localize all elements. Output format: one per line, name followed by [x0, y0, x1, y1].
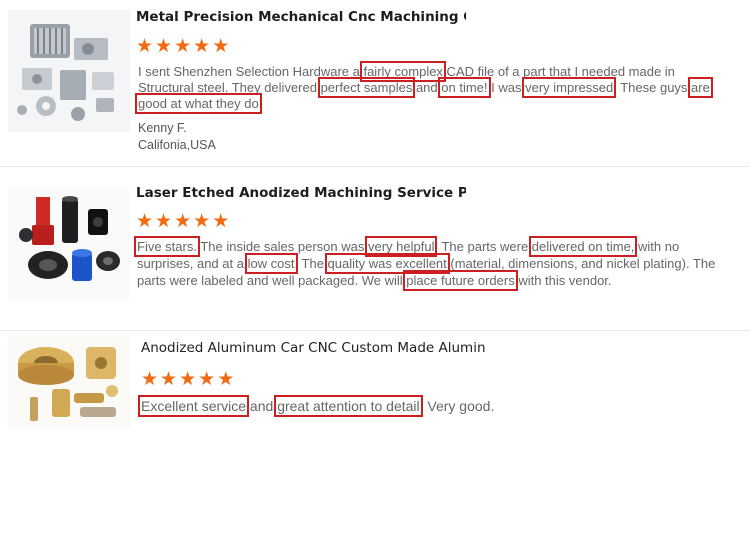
review-text-segment: The inside sales person was	[196, 239, 368, 254]
rating-stars: ★ ★ ★ ★ ★	[141, 369, 235, 390]
review-text-segment: . The	[294, 256, 328, 271]
rating-stars: ★ ★ ★ ★ ★	[136, 36, 230, 57]
reviewer-name: Kenny F.	[138, 121, 187, 135]
product-image-brass-parts[interactable]	[8, 337, 130, 429]
star-icon: ★	[155, 36, 173, 57]
product-image-metal-parts[interactable]	[8, 10, 130, 132]
star-icon: ★	[198, 369, 216, 390]
rating-stars: ★ ★ ★ ★ ★	[136, 211, 230, 232]
star-icon: ★	[136, 36, 154, 57]
highlighted-phrase: perfect samples	[317, 77, 416, 98]
highlighted-phrase: very impressed	[522, 77, 617, 98]
star-icon: ★	[212, 36, 230, 57]
product-image-anodized-parts[interactable]	[8, 189, 130, 299]
star-icon: ★	[193, 36, 211, 57]
review-product-title[interactable]: Laser Etched Anodized Machining Service …	[136, 185, 466, 201]
highlighted-phrase: low cost	[244, 253, 298, 274]
review-text-segment: and	[246, 398, 278, 414]
star-icon: ★	[212, 211, 230, 232]
review-text-segment: I was	[487, 80, 526, 95]
highlighted-phrase: Five stars.	[134, 236, 200, 257]
review-text-segment: and	[412, 80, 442, 95]
review-text-segment: I sent Shenzhen Selection Hardware a	[138, 64, 364, 79]
review-text-segment: with this vendor.	[514, 273, 612, 288]
star-icon: ★	[179, 369, 197, 390]
highlighted-phrase: on time!	[438, 77, 491, 98]
highlighted-phrase: great attention to detail	[274, 395, 423, 417]
star-icon: ★	[174, 36, 192, 57]
review-card-3: Anodized Aluminum Car CNC Custom Made Al…	[0, 331, 750, 441]
review-text: I sent Shenzhen Selection Hardware a fai…	[135, 61, 730, 114]
review-text-segment: . The parts were	[434, 239, 532, 254]
highlighted-phrase: quality was excellent	[324, 253, 450, 274]
review-product-title[interactable]: Anodized Aluminum Car CNC Custom Made Al…	[141, 340, 486, 356]
star-icon: ★	[217, 369, 235, 390]
star-icon: ★	[193, 211, 211, 232]
review-text-segment: . These guys	[613, 80, 692, 95]
reviewer-location: Califonia,USA	[138, 138, 216, 152]
highlighted-phrase: place future orders	[403, 270, 518, 291]
highlighted-phrase: Excellent service	[137, 395, 250, 417]
highlighted-phrase: very helpful	[364, 236, 438, 257]
review-text-segment: Very good.	[419, 398, 495, 414]
highlighted-phrase: delivered on time,	[528, 236, 638, 257]
review-product-title[interactable]: Metal Precision Mechanical Cnc Machining…	[136, 9, 466, 25]
review-text: Five stars. The inside sales person was …	[134, 236, 737, 291]
star-icon: ★	[136, 211, 154, 232]
review-card-1: Metal Precision Mechanical Cnc Machining…	[0, 0, 750, 165]
star-icon: ★	[174, 211, 192, 232]
star-icon: ★	[155, 211, 173, 232]
review-text-segment: .	[258, 96, 263, 111]
review-card-2: Laser Etched Anodized Machining Service …	[0, 167, 750, 329]
highlighted-phrase: fairly complex	[360, 61, 446, 82]
review-text: Excellent service and great attention to…	[137, 395, 641, 417]
star-icon: ★	[160, 369, 178, 390]
star-icon: ★	[141, 369, 159, 390]
